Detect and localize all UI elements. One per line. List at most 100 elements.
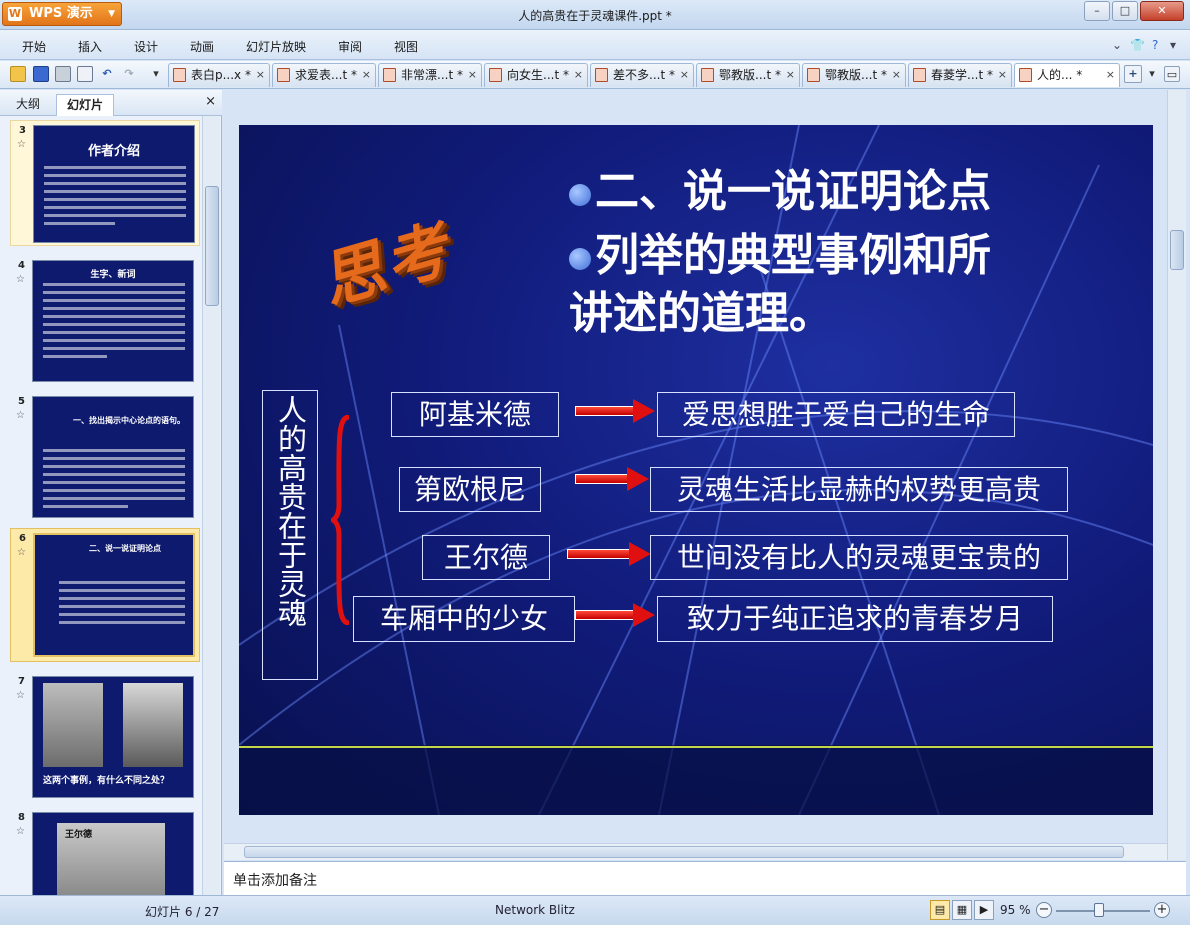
slideshow-icon[interactable]: ▶ — [974, 900, 994, 920]
reason-box: 致力于纯正追求的青春岁月 — [657, 596, 1053, 642]
doc-tab[interactable]: 鄂教版...t * × — [802, 63, 906, 87]
save-icon[interactable] — [33, 66, 49, 82]
animation-star-icon: ☆ — [17, 547, 26, 558]
doc-tab-label: 人的... * — [1037, 68, 1083, 82]
print-preview-icon[interactable] — [77, 66, 93, 82]
doc-tab[interactable]: 求爱表...t * × — [272, 63, 376, 87]
help-icon[interactable]: ? — [1152, 38, 1158, 52]
slide-canvas[interactable]: 思考 二、说一说证明论点 列举的典型事例和所 讲述的道理。 人的高贵在于灵魂 阿… — [239, 125, 1153, 815]
print-icon[interactable] — [55, 66, 71, 82]
doc-tab-label: 非常漂...t * — [401, 68, 463, 82]
tab-close-icon[interactable]: × — [362, 64, 371, 86]
curly-brace — [331, 415, 350, 625]
portrait-image — [123, 683, 183, 767]
doc-tab-label: 表白p...x * — [191, 68, 251, 82]
slide-heading-1: 二、说一说证明论点 — [569, 155, 991, 219]
thumbnail-scrollbar[interactable] — [202, 116, 220, 895]
zoom-in-icon[interactable]: + — [1154, 902, 1170, 918]
notes-placeholder[interactable]: 单击添加备注 — [233, 870, 317, 890]
tab-close-icon[interactable]: × — [256, 64, 265, 86]
reason-box: 灵魂生活比显赫的权势更高贵 — [650, 467, 1068, 512]
tab-close-icon[interactable]: × — [998, 64, 1007, 86]
animation-star-icon: ☆ — [16, 690, 25, 701]
vertical-scrollbar[interactable] — [1167, 90, 1186, 860]
thumb-image: 生字、新词 — [32, 260, 194, 382]
heading-1-text: 二、说一说证明论点 — [595, 166, 991, 217]
reason-box: 爱思想胜于爱自己的生命 — [657, 392, 1015, 437]
tab-close-icon[interactable]: × — [574, 64, 583, 86]
panel-tabs: 大纲 幻灯片 × — [0, 90, 222, 116]
vertical-label-box: 人的高贵在于灵魂 — [262, 390, 318, 680]
window-layout-icon[interactable]: ▭ — [1164, 66, 1180, 82]
tab-slides[interactable]: 幻灯片 — [56, 94, 115, 116]
undo-icon[interactable]: ↶ — [99, 66, 115, 82]
thumb-number: 7 — [18, 676, 25, 687]
doc-tab[interactable]: 表白p...x * × — [168, 63, 270, 87]
redo-icon[interactable]: ↷ — [121, 66, 137, 82]
new-tab-icon[interactable]: + — [1124, 65, 1142, 83]
scrollbar-thumb[interactable] — [1170, 230, 1184, 270]
slide-thumbnail[interactable]: 7 ☆ 这两个事例，有什么不同之处？ — [10, 672, 200, 798]
slide-thumbnail[interactable]: 5 ☆ 一、找出揭示中心论点的语句。 — [10, 392, 200, 518]
zoom-slider-handle[interactable] — [1094, 903, 1104, 917]
slide-thumbnail[interactable]: 4 ☆ 生字、新词 — [10, 256, 200, 382]
example-name-box: 车厢中的少女 — [353, 596, 575, 642]
slide-thumbnail-selected[interactable]: 6 ☆ 二、说一说证明论点 — [10, 528, 200, 662]
quick-toolbar: ↶ ↷ ▾ 表白p...x * × 求爱表...t * × 非常漂...t * × 向… — [0, 61, 1190, 89]
doc-tab[interactable]: 差不多...t * × — [590, 63, 694, 87]
normal-view-icon[interactable]: ▤ — [930, 900, 950, 920]
title-bar: W WPS 演示 ▼ 人的高贵在于灵魂课件.ppt * – □ ✕ — [0, 0, 1190, 30]
scrollbar-thumb[interactable] — [244, 846, 1124, 858]
customize-toolbar-icon[interactable]: ▾ — [148, 66, 164, 82]
menu-home[interactable]: 开始 — [22, 38, 46, 55]
doc-tab-label: 求爱表...t * — [295, 68, 357, 82]
skin-icon[interactable]: 👕 — [1130, 38, 1145, 52]
slide-thumbnail[interactable]: 3 ☆ 作者介绍 — [10, 120, 200, 246]
reason-box: 世间没有比人的灵魂更宝贵的 — [650, 535, 1068, 580]
help-dropdown-icon[interactable]: ▾ — [1170, 38, 1176, 52]
thumbnail-list: 3 ☆ 作者介绍 4 ☆ 生字、新词 5 ☆ 一、找出揭示中心论点的语句。 6 … — [0, 116, 202, 895]
scrollbar-thumb[interactable] — [205, 186, 219, 306]
collapse-ribbon-icon[interactable]: ⌄ — [1112, 38, 1122, 52]
vertical-label-text: 人的高贵在于灵魂 — [273, 395, 308, 627]
zoom-out-icon[interactable]: − — [1036, 902, 1052, 918]
menu-design[interactable]: 设计 — [134, 38, 158, 55]
menu-animation[interactable]: 动画 — [190, 38, 214, 55]
thumb-image: 作者介绍 — [33, 125, 195, 243]
menu-bar: 开始 插入 设计 动画 幻灯片放映 审阅 视图 ⌄ 👕 ? ▾ — [0, 30, 1190, 60]
horizontal-scrollbar[interactable] — [224, 843, 1167, 860]
doc-tab[interactable]: 鄂教版...t * × — [696, 63, 800, 87]
tab-list-dropdown-icon[interactable]: ▾ — [1144, 66, 1160, 82]
thumb-number: 5 — [18, 396, 25, 407]
menu-review[interactable]: 审阅 — [338, 38, 362, 55]
panel-close-icon[interactable]: × — [205, 94, 216, 109]
bullet-icon — [569, 247, 591, 270]
notes-pane[interactable]: 单击添加备注 — [224, 861, 1186, 895]
slide-thumbnail[interactable]: 8 ☆ 王尔德 — [10, 808, 200, 895]
slide-sorter-icon[interactable]: ▦ — [952, 900, 972, 920]
arrow-right-icon — [567, 542, 651, 566]
tab-outline[interactable]: 大纲 — [6, 94, 50, 116]
tab-close-icon[interactable]: × — [680, 64, 689, 86]
menu-view[interactable]: 视图 — [394, 38, 418, 55]
thumb-title: 生字、新词 — [90, 270, 136, 280]
animation-star-icon: ☆ — [17, 139, 26, 150]
minimize-button[interactable]: – — [1084, 1, 1110, 21]
doc-tab[interactable]: 向女生...t * × — [484, 63, 588, 87]
open-icon[interactable] — [10, 66, 26, 82]
slide-counter: 幻灯片 6 / 27 — [145, 905, 220, 919]
doc-tab-active[interactable]: 人的... * × — [1014, 63, 1120, 87]
doc-tab-label: 向女生...t * — [507, 68, 569, 82]
maximize-button[interactable]: □ — [1112, 1, 1138, 21]
doc-tab[interactable]: 春菱学...t * × — [908, 63, 1012, 87]
doc-tab[interactable]: 非常漂...t * × — [378, 63, 482, 87]
doc-tab-label: 鄂教版...t * — [825, 68, 887, 82]
close-button[interactable]: ✕ — [1140, 1, 1184, 21]
menu-insert[interactable]: 插入 — [78, 38, 102, 55]
tab-close-icon[interactable]: × — [786, 64, 795, 86]
tab-close-icon[interactable]: × — [1106, 64, 1115, 86]
tab-close-icon[interactable]: × — [892, 64, 901, 86]
menu-slideshow[interactable]: 幻灯片放映 — [246, 38, 306, 55]
status-bar: 幻灯片 6 / 27 Network Blitz ▤ ▦ ▶ 95 % − + — [0, 895, 1190, 925]
tab-close-icon[interactable]: × — [468, 64, 477, 86]
